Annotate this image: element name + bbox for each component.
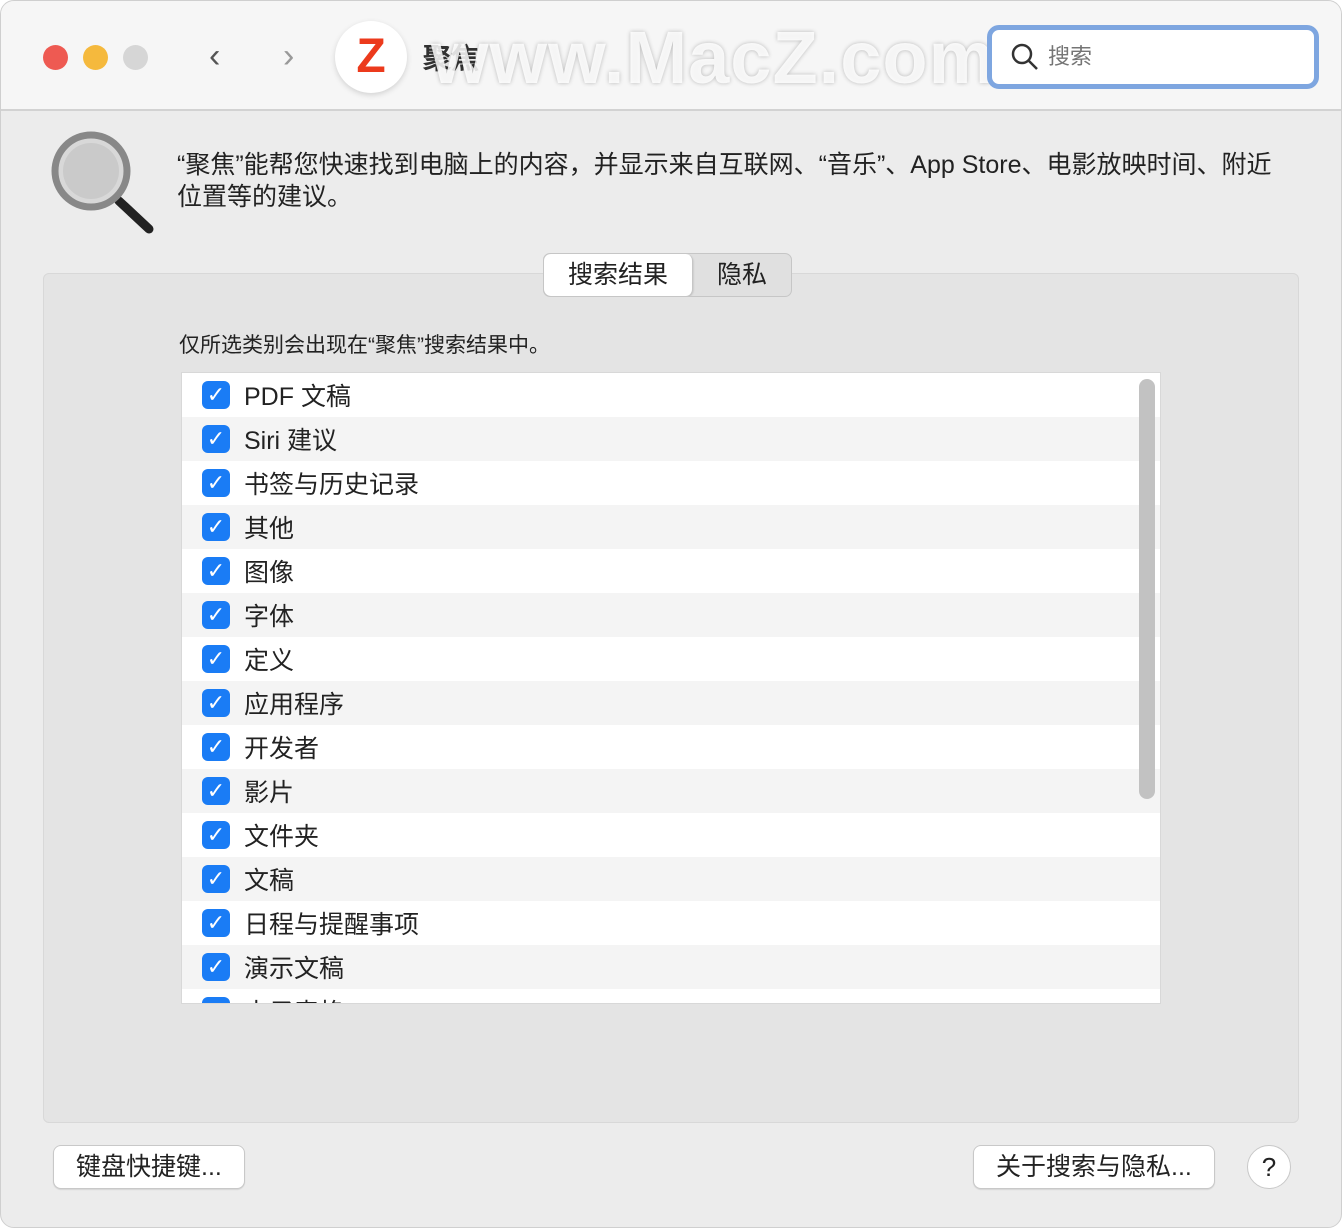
checkbox[interactable]: ✓ bbox=[202, 909, 230, 937]
keyboard-shortcuts-button[interactable]: 键盘快捷键... bbox=[53, 1145, 245, 1189]
help-button[interactable]: ? bbox=[1247, 1145, 1291, 1189]
category-row[interactable]: ✓ 影片 bbox=[182, 769, 1160, 813]
app-icon: Z bbox=[335, 21, 407, 93]
checkbox[interactable]: ✓ bbox=[202, 997, 230, 1004]
category-row[interactable]: ✓ 文件夹 bbox=[182, 813, 1160, 857]
checkbox[interactable]: ✓ bbox=[202, 425, 230, 453]
forward-button[interactable]: › bbox=[283, 37, 294, 76]
checkbox[interactable]: ✓ bbox=[202, 469, 230, 497]
spotlight-magnifier-icon bbox=[49, 129, 159, 239]
checkbox[interactable]: ✓ bbox=[202, 513, 230, 541]
checkbox[interactable]: ✓ bbox=[202, 381, 230, 409]
tab-search-results[interactable]: 搜索结果 bbox=[544, 254, 693, 296]
category-label: 定义 bbox=[244, 641, 294, 677]
search-field[interactable] bbox=[987, 25, 1319, 89]
category-row[interactable]: ✓ PDF 文稿 bbox=[182, 373, 1160, 417]
category-label: 电子表格 bbox=[244, 993, 344, 1004]
category-row[interactable]: ✓ 字体 bbox=[182, 593, 1160, 637]
watermark: www.MacZ.com bbox=[431, 15, 995, 100]
category-label: 文稿 bbox=[244, 861, 294, 897]
checkbox[interactable]: ✓ bbox=[202, 821, 230, 849]
category-row[interactable]: ✓ 电子表格 bbox=[182, 989, 1160, 1004]
category-label: 演示文稿 bbox=[244, 949, 344, 985]
checkbox[interactable]: ✓ bbox=[202, 733, 230, 761]
scrollbar[interactable] bbox=[1139, 379, 1155, 799]
category-row[interactable]: ✓ 应用程序 bbox=[182, 681, 1160, 725]
checkbox[interactable]: ✓ bbox=[202, 865, 230, 893]
checkbox[interactable]: ✓ bbox=[202, 777, 230, 805]
checkbox[interactable]: ✓ bbox=[202, 689, 230, 717]
checkbox[interactable]: ✓ bbox=[202, 557, 230, 585]
checkbox[interactable]: ✓ bbox=[202, 645, 230, 673]
category-label: Siri 建议 bbox=[244, 421, 337, 457]
category-row[interactable]: ✓ Siri 建议 bbox=[182, 417, 1160, 461]
category-label: 其他 bbox=[244, 509, 294, 545]
category-row[interactable]: ✓ 书签与历史记录 bbox=[182, 461, 1160, 505]
category-label: 影片 bbox=[244, 773, 294, 809]
description: “聚焦”能帮您快速找到电脑上的内容，并显示来自互联网、“音乐”、App Stor… bbox=[177, 149, 1277, 213]
minimize-button[interactable] bbox=[83, 45, 108, 70]
hint-text: 仅所选类别会出现在“聚焦”搜索结果中。 bbox=[179, 329, 550, 359]
back-button[interactable]: ‹ bbox=[209, 37, 220, 76]
category-row[interactable]: ✓ 其他 bbox=[182, 505, 1160, 549]
tab-bar: 搜索结果 隐私 bbox=[543, 253, 792, 297]
category-label: 开发者 bbox=[244, 729, 319, 765]
zoom-button[interactable] bbox=[123, 45, 148, 70]
category-label: 图像 bbox=[244, 553, 294, 589]
category-list: ✓ PDF 文稿 ✓ Siri 建议 ✓ 书签与历史记录 ✓ 其他 ✓ 图像 ✓ 字体 ✓ 定义 ✓ 应用程序… bbox=[181, 372, 1161, 1004]
category-label: 应用程序 bbox=[244, 685, 344, 721]
category-label: 字体 bbox=[244, 597, 294, 633]
category-row[interactable]: ✓ 日程与提醒事项 bbox=[182, 901, 1160, 945]
category-row[interactable]: ✓ 开发者 bbox=[182, 725, 1160, 769]
category-label: 日程与提醒事项 bbox=[244, 905, 419, 941]
category-row[interactable]: ✓ 演示文稿 bbox=[182, 945, 1160, 989]
window: ‹ › Z 聚焦 www.MacZ.com “聚焦”能帮您快速找到电脑上的内容，… bbox=[0, 0, 1342, 1228]
titlebar: ‹ › Z 聚焦 www.MacZ.com bbox=[1, 1, 1341, 111]
tab-privacy[interactable]: 隐私 bbox=[693, 254, 791, 296]
category-label: 文件夹 bbox=[244, 817, 319, 853]
category-label: 书签与历史记录 bbox=[244, 465, 419, 501]
category-label: PDF 文稿 bbox=[244, 377, 351, 413]
search-icon bbox=[1010, 42, 1040, 72]
checkbox[interactable]: ✓ bbox=[202, 601, 230, 629]
search-input[interactable] bbox=[1048, 44, 1288, 70]
category-row[interactable]: ✓ 文稿 bbox=[182, 857, 1160, 901]
about-privacy-button[interactable]: 关于搜索与隐私... bbox=[973, 1145, 1215, 1189]
checkbox[interactable]: ✓ bbox=[202, 953, 230, 981]
category-row[interactable]: ✓ 定义 bbox=[182, 637, 1160, 681]
close-button[interactable] bbox=[43, 45, 68, 70]
category-row[interactable]: ✓ 图像 bbox=[182, 549, 1160, 593]
